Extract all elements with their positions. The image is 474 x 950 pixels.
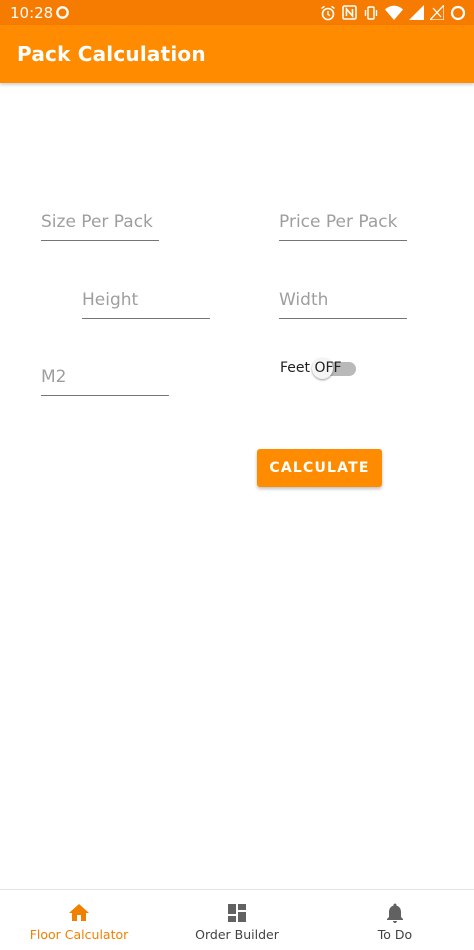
feet-label: Feet xyxy=(280,360,311,376)
wifi-icon xyxy=(385,5,403,20)
home-icon xyxy=(69,904,89,921)
vibrate-icon xyxy=(364,5,378,20)
height-input[interactable]: Height xyxy=(82,286,210,319)
nav-label-to-do: To Do xyxy=(377,927,413,942)
sync-icon xyxy=(56,6,69,19)
nav-label-order-builder: Order Builder xyxy=(195,927,279,942)
alarm-icon xyxy=(321,5,335,20)
signal-icon xyxy=(409,5,424,20)
size-per-pack-placeholder: Size Per Pack xyxy=(41,212,153,232)
nav-label-floor-calculator: Floor Calculator xyxy=(29,927,129,942)
bell-icon xyxy=(387,903,403,923)
feet-state: OFF xyxy=(314,360,342,376)
width-input[interactable]: Width xyxy=(279,286,407,319)
width-placeholder: Width xyxy=(279,290,329,310)
height-placeholder: Height xyxy=(82,290,139,310)
battery-icon xyxy=(450,5,466,20)
size-per-pack-input[interactable]: Size Per Pack xyxy=(41,208,159,241)
m2-input[interactable]: M2 xyxy=(41,363,169,396)
status-time: 10:28 xyxy=(10,4,54,22)
nav-item-to-do[interactable]: To Do xyxy=(316,890,474,950)
dashboard-icon xyxy=(228,904,246,922)
price-per-pack-placeholder: Price Per Pack xyxy=(279,212,398,232)
price-per-pack-input[interactable]: Price Per Pack xyxy=(279,208,407,241)
feet-switch-label: Feet OFF xyxy=(280,360,342,376)
page-title: Pack Calculation xyxy=(17,42,206,66)
calculate-button[interactable]: CALCULATE xyxy=(257,449,382,487)
bottom-navigation: Floor Calculator Order Builder To Do xyxy=(0,889,474,950)
nav-item-order-builder[interactable]: Order Builder xyxy=(158,890,316,950)
m2-placeholder: M2 xyxy=(41,367,67,387)
app-bar: Pack Calculation xyxy=(0,25,474,83)
nfc-icon xyxy=(342,5,357,20)
nav-item-floor-calculator[interactable]: Floor Calculator xyxy=(0,890,158,950)
status-icons xyxy=(320,4,466,21)
status-bar: 10:28 xyxy=(0,0,474,25)
no-sim-icon xyxy=(430,5,444,20)
